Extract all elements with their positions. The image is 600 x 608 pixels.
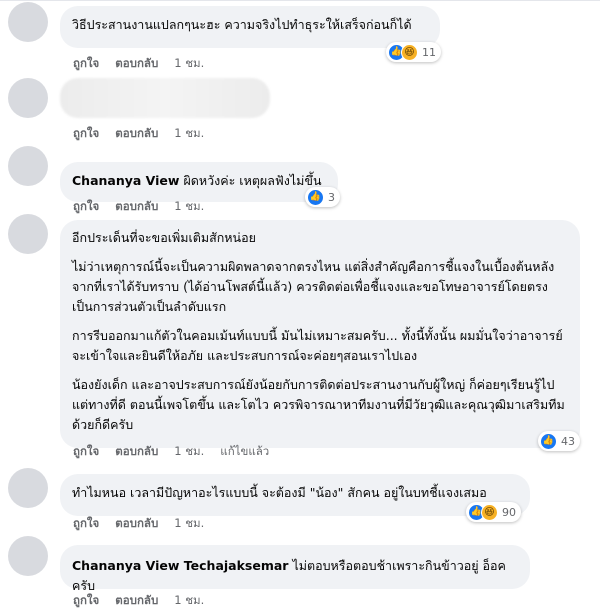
reply-link[interactable]: ตอบกลับ [115,592,158,608]
edited-label: แก้ไขแล้ว [220,444,270,458]
like-link[interactable]: ถูกใจ [73,443,99,459]
timestamp[interactable]: 1 ชม. [174,515,204,531]
comment-bubble: Chananya View Techajaksemar ไม่ตอบหรือตอบ… [60,545,530,593]
comment-paragraph: อีกประเด็นที่จะขอเพิ่มเติมสักหน่อย [72,230,256,245]
comment-actions: ถูกใจ ตอบกลับ 1 ชม. [73,55,204,71]
comment-text: ผิดหวังค่ะ เหตุผลฟังไม่ขึ้น [183,173,322,188]
reaction-summary[interactable]: 👍 😆 90 [466,502,521,522]
reaction-summary[interactable]: 👍 😆 11 [386,42,441,62]
comment-bubble: ทำไมหนอ เวลามีปัญหาอะไรแบบนี้ จะต้องมี "… [60,474,530,516]
reaction-count: 11 [422,45,436,59]
avatar[interactable] [8,468,48,508]
comment-actions: ถูกใจ ตอบกลับ 1 ชม. [73,125,204,141]
reply-link[interactable]: ตอบกลับ [115,55,158,71]
comment-author[interactable]: Chananya View Techajaksemar [72,558,288,573]
reaction-summary[interactable]: 👍 3 [305,187,340,207]
comment-paragraph: ไม่ว่าเหตุการณ์นี้จะเป็นความผิดพลาดจากตร… [72,259,555,314]
avatar[interactable] [8,536,48,576]
timestamp[interactable]: 1 ชม. [174,198,204,214]
timestamp[interactable]: 1 ชม. [174,55,204,71]
comment-text: วิธีประสานงานแปลกๆนะฮะ ความจริงไปทำธุระใ… [72,17,412,32]
comment-paragraph: น้องยังเด็ก และอาจประสบการณ์ยังน้อยกับกา… [72,377,565,432]
avatar[interactable] [8,2,48,42]
comment-actions: ถูกใจ ตอบกลับ 1 ชม. แก้ไขแล้ว [73,443,269,459]
reply-link[interactable]: ตอบกลับ [115,443,158,459]
avatar[interactable] [8,214,48,254]
top-divider [0,0,600,1]
reaction-count: 43 [561,434,575,448]
like-link[interactable]: ถูกใจ [73,125,99,141]
haha-icon: 😆 [401,43,418,61]
timestamp[interactable]: 1 ชม. [174,443,204,459]
comment-text: ทำไมหนอ เวลามีปัญหาอะไรแบบนี้ จะต้องมี "… [72,485,487,500]
haha-icon: 😆 [481,503,498,521]
timestamp[interactable]: 1 ชม. [174,125,204,141]
timestamp[interactable]: 1 ชม. [174,592,204,608]
like-link[interactable]: ถูกใจ [73,198,99,214]
like-icon: 👍 [307,188,324,206]
comment-author[interactable]: Chananya View [72,173,179,188]
reply-link[interactable]: ตอบกลับ [115,198,158,214]
reply-link[interactable]: ตอบกลับ [115,125,158,141]
like-link[interactable]: ถูกใจ [73,515,99,531]
avatar[interactable] [8,146,48,186]
comment-bubble: วิธีประสานงานแปลกๆนะฮะ ความจริงไปทำธุระใ… [60,6,440,48]
reply-link[interactable]: ตอบกลับ [115,515,158,531]
reaction-summary[interactable]: 👍 43 [538,431,580,451]
avatar[interactable] [8,78,48,118]
like-link[interactable]: ถูกใจ [73,55,99,71]
reaction-count: 3 [328,190,335,204]
comment-bubble: Chananya View ผิดหวังค่ะ เหตุผลฟังไม่ขึ้น [60,162,338,202]
like-icon: 👍 [540,432,557,450]
comment-bubble: อีกประเด็นที่จะขอเพิ่มเติมสักหน่อย ไม่ว่… [60,220,580,448]
comment-actions: ถูกใจ ตอบกลับ 1 ชม. [73,592,204,608]
reaction-count: 90 [502,505,516,519]
blurred-comment-bubble [60,78,270,118]
comment-actions: ถูกใจ ตอบกลับ 1 ชม. [73,198,204,214]
comment-actions: ถูกใจ ตอบกลับ 1 ชม. [73,515,204,531]
like-link[interactable]: ถูกใจ [73,592,99,608]
comment-paragraph: การรีบออกมาแก้ตัวในคอมเม้นท์แบบนี้ มันไม… [72,328,563,363]
